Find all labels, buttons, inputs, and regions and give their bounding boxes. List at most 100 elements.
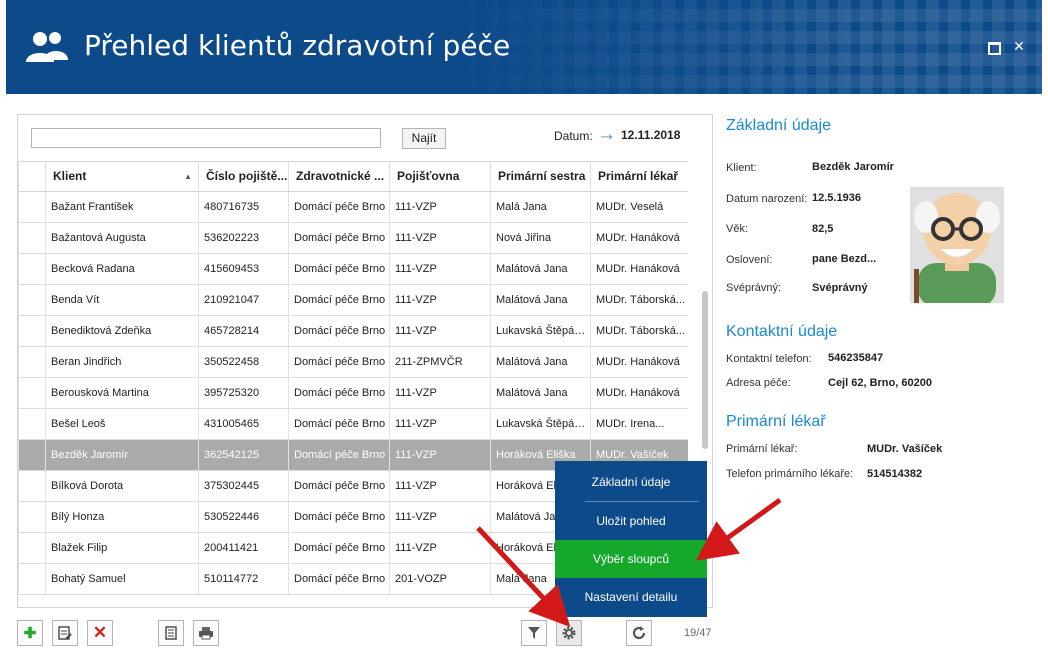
table-row[interactable]: Bešel Leoš 431005465 Domácí péče Brno 111-V…: [18, 409, 688, 440]
menu-item-basic-info[interactable]: Základní údaje: [555, 463, 707, 501]
column-header-insurance-number[interactable]: Číslo pojiště...: [198, 162, 288, 191]
table-cell[interactable]: Benediktová Zdeňka: [45, 316, 198, 346]
filter-button[interactable]: [521, 620, 547, 646]
column-header-insurer[interactable]: Pojišťovna: [389, 162, 490, 191]
table-cell[interactable]: 111-VZP: [389, 471, 490, 501]
row-indicator[interactable]: [18, 223, 45, 253]
row-indicator[interactable]: [18, 564, 45, 594]
table-cell[interactable]: Domácí péče Brno: [288, 440, 389, 470]
sort-ascending-icon[interactable]: ▲: [184, 162, 192, 191]
row-indicator[interactable]: [18, 378, 45, 408]
print-button[interactable]: [193, 620, 219, 646]
table-cell[interactable]: Bezděk Jaromír: [45, 440, 198, 470]
row-indicator[interactable]: [18, 192, 45, 222]
table-cell[interactable]: Becková Radana: [45, 254, 198, 284]
table-cell[interactable]: 111-VZP: [389, 440, 490, 470]
column-header-primary-doctor[interactable]: Primární lékař: [590, 162, 688, 191]
table-cell[interactable]: 111-VZP: [389, 223, 490, 253]
table-cell[interactable]: MUDr. Hanáková: [590, 254, 688, 284]
table-cell[interactable]: 200411421: [198, 533, 288, 563]
table-cell[interactable]: Malátová Jana: [490, 254, 590, 284]
table-cell[interactable]: Bílková Dorota: [45, 471, 198, 501]
table-cell[interactable]: 111-VZP: [389, 502, 490, 532]
row-indicator[interactable]: [18, 502, 45, 532]
table-cell[interactable]: 350522458: [198, 347, 288, 377]
edit-button[interactable]: [52, 620, 78, 646]
find-button[interactable]: Najít: [402, 128, 446, 149]
table-cell[interactable]: Malátová Jana: [490, 347, 590, 377]
menu-item-save-view[interactable]: Uložit pohled: [555, 502, 707, 540]
table-cell[interactable]: Domácí péče Brno: [288, 564, 389, 594]
row-indicator[interactable]: [18, 533, 45, 563]
table-row[interactable]: Bažantová Augusta 536202223 Domácí péče Br…: [18, 223, 688, 254]
date-value[interactable]: 12.11.2018: [621, 128, 680, 142]
table-cell[interactable]: 201-VOZP: [389, 564, 490, 594]
table-cell[interactable]: 111-VZP: [389, 533, 490, 563]
menu-item-column-chooser[interactable]: Výběr sloupců: [555, 540, 707, 578]
table-cell[interactable]: Domácí péče Brno: [288, 254, 389, 284]
column-header-primary-nurse[interactable]: Primární sestra: [490, 162, 590, 191]
table-cell[interactable]: Lukavská Štěpánka: [490, 316, 590, 346]
vertical-scrollbar[interactable]: [702, 291, 708, 449]
arrow-right-icon[interactable]: →: [597, 124, 616, 146]
refresh-button[interactable]: [626, 620, 652, 646]
table-cell[interactable]: Malá Jana: [490, 192, 590, 222]
table-cell[interactable]: MUDr. Hanáková: [590, 378, 688, 408]
table-cell[interactable]: 536202223: [198, 223, 288, 253]
table-cell[interactable]: Beran Jindřich: [45, 347, 198, 377]
settings-button[interactable]: [556, 620, 582, 646]
table-cell[interactable]: 111-VZP: [389, 192, 490, 222]
table-cell[interactable]: Domácí péče Brno: [288, 316, 389, 346]
table-cell[interactable]: Bešel Leoš: [45, 409, 198, 439]
table-cell[interactable]: Domácí péče Brno: [288, 223, 389, 253]
table-cell[interactable]: Domácí péče Brno: [288, 378, 389, 408]
table-cell[interactable]: Berousková Martina: [45, 378, 198, 408]
delete-button[interactable]: ✕: [87, 620, 113, 646]
table-cell[interactable]: MUDr. Táborská...: [590, 285, 688, 315]
table-cell[interactable]: MUDr. Táborská...: [590, 316, 688, 346]
search-input[interactable]: [31, 128, 381, 148]
table-cell[interactable]: Domácí péče Brno: [288, 533, 389, 563]
table-cell[interactable]: Blažek Filip: [45, 533, 198, 563]
table-cell[interactable]: 211-ZPMVČR: [389, 347, 490, 377]
menu-item-detail-settings[interactable]: Nastavení detailu: [555, 578, 707, 616]
row-indicator[interactable]: [18, 285, 45, 315]
table-cell[interactable]: MUDr. Hanáková: [590, 223, 688, 253]
table-cell[interactable]: Malátová Jana: [490, 378, 590, 408]
report-button[interactable]: [158, 620, 184, 646]
table-cell[interactable]: 210921047: [198, 285, 288, 315]
row-indicator[interactable]: [18, 409, 45, 439]
row-indicator[interactable]: [18, 440, 45, 470]
table-cell[interactable]: 111-VZP: [389, 378, 490, 408]
table-cell[interactable]: 111-VZP: [389, 254, 490, 284]
table-cell[interactable]: Benda Vít: [45, 285, 198, 315]
table-cell[interactable]: Bažantová Augusta: [45, 223, 198, 253]
table-cell[interactable]: Bílý Honza: [45, 502, 198, 532]
table-cell[interactable]: 510114772: [198, 564, 288, 594]
table-cell[interactable]: Domácí péče Brno: [288, 347, 389, 377]
restore-icon[interactable]: [986, 40, 1001, 55]
table-cell[interactable]: MUDr. Hanáková: [590, 347, 688, 377]
table-cell[interactable]: 415609453: [198, 254, 288, 284]
table-cell[interactable]: 530522446: [198, 502, 288, 532]
add-button[interactable]: ✚: [17, 620, 43, 646]
table-row[interactable]: Bažant František 480716735 Domácí péče Brn…: [18, 192, 688, 223]
table-cell[interactable]: 395725320: [198, 378, 288, 408]
table-cell[interactable]: 111-VZP: [389, 285, 490, 315]
table-cell[interactable]: Nová Jiřina: [490, 223, 590, 253]
close-icon[interactable]: ✕: [1012, 40, 1026, 54]
table-cell[interactable]: Domácí péče Brno: [288, 192, 389, 222]
table-cell[interactable]: Lukavská Štěpánka: [490, 409, 590, 439]
table-cell[interactable]: Bažant František: [45, 192, 198, 222]
column-header-client[interactable]: Klient ▲: [45, 162, 198, 191]
column-header-facility[interactable]: Zdravotnické ...: [288, 162, 389, 191]
table-cell[interactable]: 362542125: [198, 440, 288, 470]
table-cell[interactable]: MUDr. Veselá: [590, 192, 688, 222]
table-row[interactable]: Becková Radana 415609453 Domácí péče Brno 1…: [18, 254, 688, 285]
table-cell[interactable]: 111-VZP: [389, 316, 490, 346]
table-cell[interactable]: Malátová Jana: [490, 285, 590, 315]
table-cell[interactable]: Domácí péče Brno: [288, 471, 389, 501]
table-cell[interactable]: Bohatý Samuel: [45, 564, 198, 594]
row-indicator[interactable]: [18, 471, 45, 501]
row-indicator[interactable]: [18, 254, 45, 284]
